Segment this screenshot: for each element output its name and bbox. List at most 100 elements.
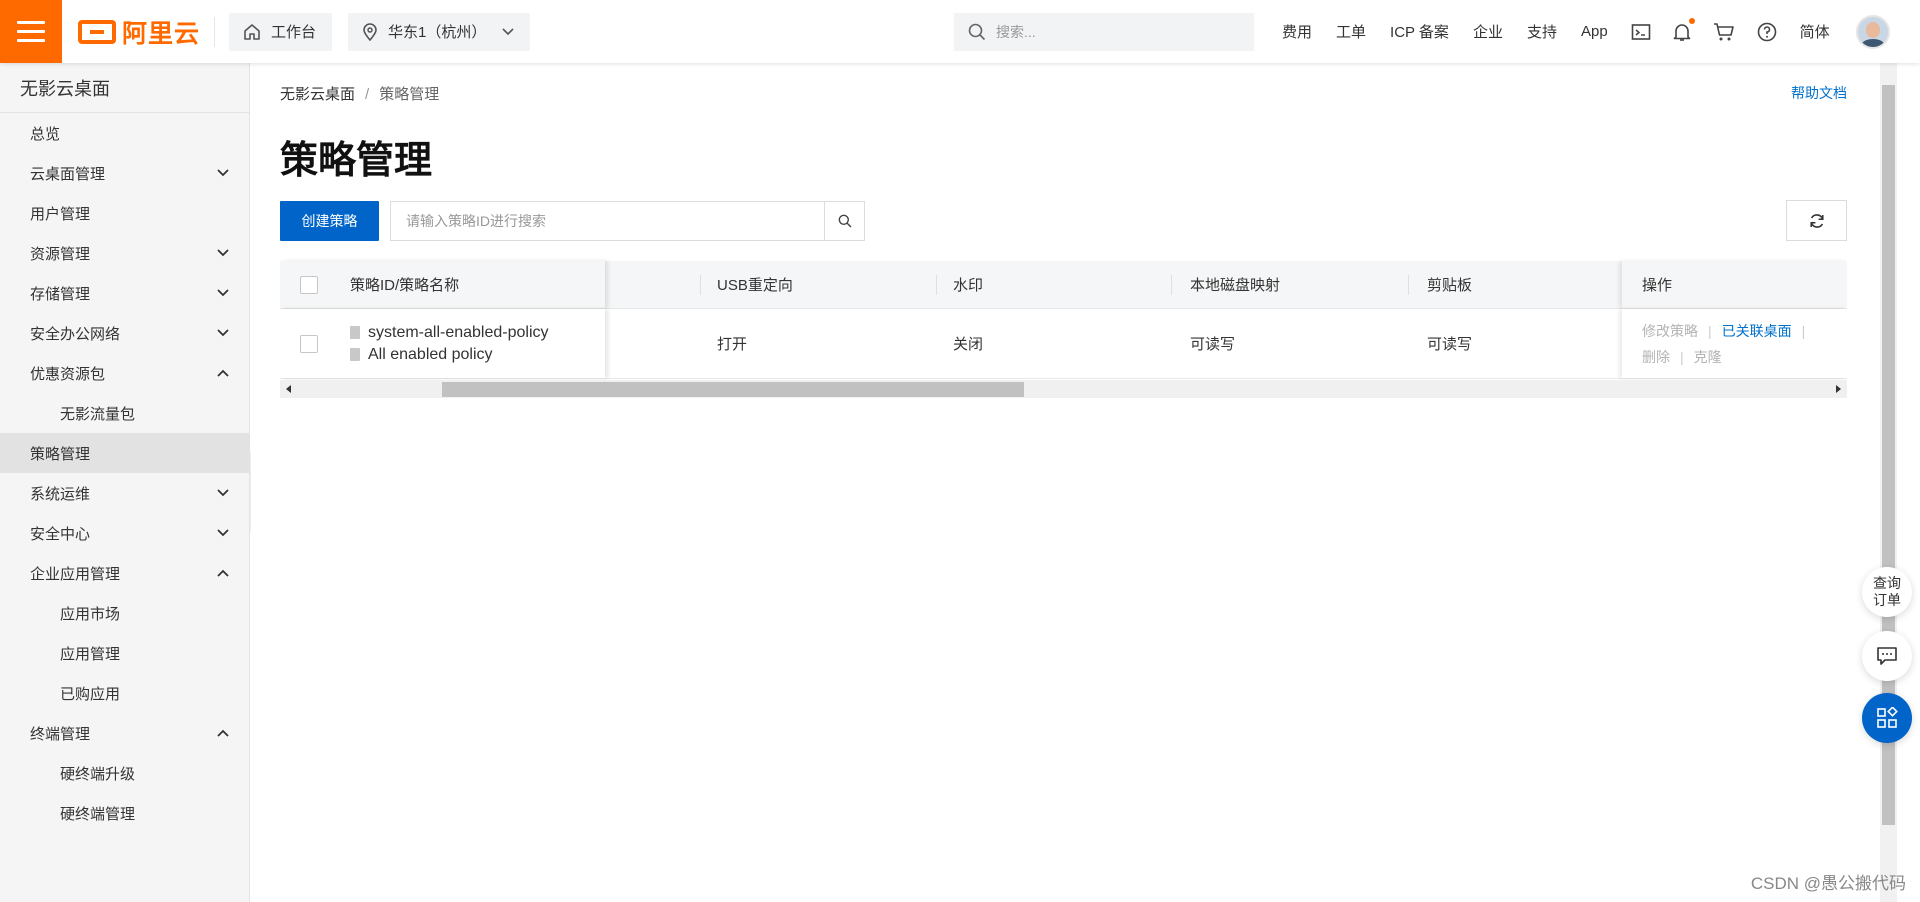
refresh-button[interactable] [1786, 200, 1847, 241]
scrollbar-thumb[interactable] [442, 382, 1024, 397]
nav-enterprise[interactable]: 企业 [1473, 21, 1503, 42]
sidebar-item-label: 总览 [30, 125, 61, 143]
sidebar-item-label: 应用管理 [60, 645, 121, 663]
bell-icon[interactable] [1673, 17, 1695, 42]
sidebar-item[interactable]: 硬终端升级 [0, 753, 249, 793]
chevron-down-icon [217, 169, 229, 177]
chat-button[interactable] [1862, 631, 1912, 681]
apps-grid-icon [1877, 707, 1898, 728]
sidebar-item[interactable]: 安全中心 [0, 513, 249, 553]
select-all-checkbox[interactable] [300, 275, 318, 294]
linked-desktops-action[interactable]: 已关联桌面 [1722, 321, 1792, 341]
policy-info: system-all-enabled-policy All enabled po… [350, 324, 549, 364]
scroll-left-arrow-icon[interactable] [280, 380, 298, 398]
search-icon [968, 23, 986, 41]
nav-icp[interactable]: ICP 备案 [1390, 21, 1449, 42]
breadcrumb-root[interactable]: 无影云桌面 [280, 86, 355, 103]
modify-policy-action[interactable]: 修改策略 [1642, 321, 1698, 341]
sidebar-item[interactable]: 优惠资源包 [0, 353, 249, 393]
delete-action[interactable]: 删除 [1642, 347, 1670, 367]
query-order-line2: 订单 [1873, 592, 1901, 608]
sidebar-item-label: 资源管理 [30, 245, 91, 263]
policy-name: All enabled policy [368, 345, 493, 363]
aliyun-logo[interactable]: 阿里云 [78, 0, 200, 63]
workbench-button[interactable]: 工作台 [229, 12, 333, 51]
global-search-input[interactable] [996, 24, 1236, 40]
sidebar-item-label: 终端管理 [30, 725, 91, 743]
nav-tickets[interactable]: 工单 [1336, 21, 1366, 42]
help-icon[interactable] [1757, 22, 1777, 42]
sidebar-item[interactable]: 资源管理 [0, 233, 249, 273]
sidebar-item-label: 策略管理 [30, 445, 91, 463]
global-search[interactable] [954, 13, 1254, 51]
policy-search-input[interactable] [391, 202, 824, 240]
page-title: 策略管理 [280, 140, 433, 182]
nav-support[interactable]: 支持 [1527, 21, 1557, 42]
query-order-button[interactable]: 查询 订单 [1862, 567, 1912, 617]
sidebar-item[interactable]: 总览 [0, 113, 249, 153]
sidebar-item[interactable]: 安全办公网络 [0, 313, 249, 353]
chat-icon [1877, 647, 1897, 665]
aliyun-logo-mark [78, 19, 116, 44]
policy-table: USB重定向 水印 本地磁盘映射 剪贴板 策略ID/策略名称 操作 打开 关闭 … [280, 261, 1847, 379]
sidebar-item-label: 硬终端升级 [60, 765, 136, 783]
refresh-icon [1809, 213, 1824, 228]
user-avatar[interactable] [1855, 14, 1890, 49]
menu-icon[interactable] [0, 0, 62, 63]
sidebar-item-label: 硬终端管理 [60, 805, 136, 823]
column-divider [700, 275, 701, 295]
sidebar-item[interactable]: 存储管理 [0, 273, 249, 313]
notification-dot [1688, 17, 1695, 24]
sidebar-item[interactable]: 已购应用 [0, 673, 249, 713]
sidebar-item[interactable]: 策略管理 [0, 433, 249, 473]
row-checkbox[interactable] [300, 334, 318, 353]
sidebar-item[interactable]: 终端管理 [0, 713, 249, 753]
header-actions: 操作 [1642, 277, 1673, 294]
scroll-right-arrow-icon[interactable] [1829, 380, 1847, 398]
sidebar: 无影云桌面 总览 云桌面管理 用户管理 资源管理 存储管理 安全办公网络 优惠资源包 无影流量… [0, 63, 250, 902]
cart-icon[interactable] [1713, 22, 1735, 42]
cell-clipboard: 可读写 [1427, 336, 1473, 353]
sidebar-item[interactable]: 云桌面管理 [0, 153, 249, 193]
row-actions: 修改策略 | 已关联桌面 | 删除 | 克隆 [1642, 321, 1815, 367]
query-order-line1: 查询 [1873, 575, 1901, 591]
fixed-right-cell: 修改策略 | 已关联桌面 | 删除 | 克隆 [1622, 309, 1847, 378]
nav-billing[interactable]: 费用 [1282, 21, 1312, 42]
table-horizontal-scrollbar[interactable] [280, 380, 1847, 398]
chevron-down-icon [217, 249, 229, 257]
clone-action[interactable]: 克隆 [1694, 347, 1722, 367]
sidebar-item[interactable]: 无影流量包 [0, 393, 249, 433]
sidebar-item-label: 存储管理 [30, 285, 91, 303]
page-vertical-scrollbar[interactable] [1880, 63, 1897, 902]
sidebar-item[interactable]: 应用市场 [0, 593, 249, 633]
chevron-down-icon [502, 27, 514, 35]
table-header: USB重定向 水印 本地磁盘映射 剪贴板 策略ID/策略名称 操作 [280, 261, 1847, 309]
fixed-left-cell: system-all-enabled-policy All enabled po… [280, 309, 605, 378]
sidebar-item[interactable]: 应用管理 [0, 633, 249, 673]
terminal-icon[interactable] [1631, 23, 1651, 41]
chevron-up-icon [217, 369, 229, 377]
header-watermark: 水印 [953, 277, 984, 294]
nav-app[interactable]: App [1581, 23, 1608, 40]
cell-usb: 打开 [717, 336, 748, 353]
column-divider [936, 275, 937, 295]
action-separator: | [1680, 348, 1684, 365]
help-docs-link[interactable]: 帮助文档 [1791, 83, 1847, 103]
sidebar-item[interactable]: 企业应用管理 [0, 553, 249, 593]
sidebar-item-label: 安全中心 [30, 525, 91, 543]
table-row: 打开 关闭 可读写 可读写 system-all-enabled-policy … [280, 309, 1847, 379]
apps-button[interactable] [1862, 693, 1912, 743]
sidebar-item-label: 无影流量包 [60, 405, 136, 423]
language-switch[interactable]: 简体 [1800, 21, 1830, 42]
sidebar-item[interactable]: 系统运维 [0, 473, 249, 513]
region-selector[interactable]: 华东1（杭州） [348, 12, 531, 51]
sidebar-item-label: 用户管理 [30, 205, 91, 223]
sidebar-item[interactable]: 用户管理 [0, 193, 249, 233]
sidebar-item-label: 系统运维 [30, 485, 91, 503]
policy-search-button[interactable] [824, 202, 864, 240]
fixed-right-header: 操作 [1622, 261, 1847, 308]
sidebar-item[interactable]: 硬终端管理 [0, 793, 249, 833]
create-policy-button[interactable]: 创建策略 [280, 201, 379, 241]
sidebar-item-label: 已购应用 [60, 685, 121, 703]
column-divider [1171, 275, 1172, 295]
